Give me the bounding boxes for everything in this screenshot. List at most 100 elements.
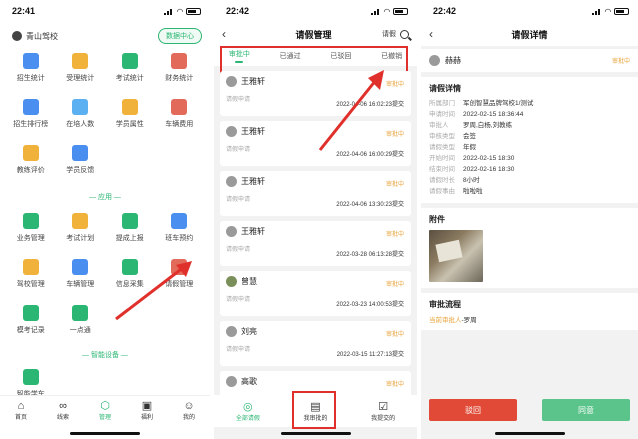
avatar bbox=[226, 176, 237, 187]
signal-icon bbox=[370, 8, 381, 15]
manage-icon: ⬡ bbox=[100, 400, 110, 412]
grid-item-vehicle-cost[interactable]: 车辆费用 bbox=[155, 96, 205, 142]
tab-revoked[interactable]: 已撤销 bbox=[381, 51, 402, 61]
back-icon[interactable]: ‹ bbox=[429, 27, 459, 41]
tab-manage[interactable]: ⬡ 管理 bbox=[99, 396, 111, 425]
grid-item-shuttle[interactable]: 班车预约 bbox=[155, 210, 205, 256]
annotation-arrow bbox=[318, 70, 384, 151]
applicant-name: 赫赫 bbox=[445, 56, 461, 65]
tab-pending[interactable]: 审批中 bbox=[229, 49, 250, 63]
exam-plan-icon bbox=[72, 213, 89, 229]
grid-item-feedback[interactable]: 学员反馈 bbox=[56, 142, 106, 188]
submissions-icon: ☑ bbox=[378, 400, 389, 413]
grid-item-exam-stats[interactable]: 考试统计 bbox=[105, 50, 155, 96]
status-badge: 审批中 bbox=[385, 382, 404, 388]
page-title: 请假管理 bbox=[295, 29, 332, 40]
grid-item-accept-stats[interactable]: 受理统计 bbox=[56, 50, 106, 96]
grid-item-vehicle-manage[interactable]: 车辆管理 bbox=[56, 256, 106, 302]
grid-item-commission[interactable]: 提成上报 bbox=[105, 210, 155, 256]
status-time: 22:42 bbox=[433, 6, 457, 16]
approvals-icon: ▤ bbox=[310, 400, 321, 413]
tab-my-approvals[interactable]: ▤ 我审批的 bbox=[303, 401, 327, 422]
tab-all-leave[interactable]: ◎ 全部请假 bbox=[236, 401, 260, 422]
leads-icon: ∞ bbox=[59, 400, 67, 412]
grid-item-ranking[interactable]: 招生排行榜 bbox=[6, 96, 56, 142]
avatar bbox=[226, 276, 237, 287]
list-item[interactable]: 曾慧 审批中 请假申请 2022-03-23 14:00:53提交 bbox=[220, 271, 411, 316]
agree-button[interactable]: 同意 bbox=[542, 399, 630, 421]
finance-stats-icon bbox=[171, 53, 188, 69]
commission-icon bbox=[121, 213, 138, 229]
grid-item-student-attr[interactable]: 学员属性 bbox=[105, 96, 155, 142]
tab-approved[interactable]: 已通过 bbox=[280, 51, 301, 61]
status-bar: 22:41 ◠ bbox=[0, 0, 210, 22]
page-title: 请假详情 bbox=[511, 29, 548, 40]
wifi-icon: ◠ bbox=[604, 6, 611, 16]
home-indicator bbox=[70, 432, 140, 435]
exam-stats-icon bbox=[121, 53, 138, 69]
signal-icon bbox=[591, 8, 602, 15]
action-buttons: 驳回 同意 bbox=[421, 399, 638, 421]
tab-rejected[interactable]: 已驳回 bbox=[330, 51, 351, 61]
battery-icon bbox=[614, 7, 629, 15]
grid-item-trainees[interactable]: 在培人数 bbox=[56, 96, 106, 142]
trainees-icon bbox=[72, 99, 89, 115]
school-selector[interactable]: 青山驾校 bbox=[12, 31, 58, 42]
school-name: 青山驾校 bbox=[26, 31, 58, 41]
tab-leads[interactable]: ∞ 线索 bbox=[57, 396, 69, 425]
attachment-image[interactable] bbox=[429, 230, 483, 282]
stats-grid: 招生统计 受理统计 考试统计 财务统计 招生排行榜 在培人数 学员属性 车辆费用… bbox=[0, 50, 210, 188]
wifi-icon: ◠ bbox=[383, 6, 390, 16]
attachment-section: 附件 bbox=[421, 208, 638, 288]
battery-icon bbox=[393, 7, 408, 15]
welfare-icon: ▣ bbox=[141, 400, 153, 412]
search-icon[interactable] bbox=[399, 29, 409, 39]
home-indicator bbox=[494, 432, 565, 435]
tab-welfare[interactable]: ▣ 福利 bbox=[141, 396, 153, 425]
yidiantong-icon bbox=[72, 305, 89, 321]
phone-leave-list-screen: 22:42 ◠ ‹ 请假管理 请假 审批中 已通过 已驳回 已撤销 王雅轩 审批… bbox=[214, 0, 417, 439]
student-attr-icon bbox=[121, 99, 138, 115]
grid-item-coach-review[interactable]: 教练评价 bbox=[6, 142, 56, 188]
school-logo-icon bbox=[12, 31, 22, 41]
grid-item-school-manage[interactable]: 驾校管理 bbox=[6, 256, 56, 302]
avatar bbox=[226, 326, 237, 337]
nav-bar: ‹ 请假详情 bbox=[421, 22, 638, 46]
wifi-icon: ◠ bbox=[176, 6, 183, 16]
tab-my-submissions[interactable]: ☑ 我提交的 bbox=[371, 401, 395, 422]
grid-item-finance-stats[interactable]: 财务统计 bbox=[155, 50, 205, 96]
status-time: 22:41 bbox=[12, 6, 36, 16]
list-item[interactable]: 王雅轩 审批中 请假申请 2022-04-06 13:30:23提交 bbox=[220, 171, 411, 216]
home-icon: ⌂ bbox=[17, 400, 25, 412]
grid-item-yidiantong[interactable]: 一点通 bbox=[56, 302, 106, 348]
smart-car-icon bbox=[22, 369, 39, 385]
list-item[interactable]: 王雅轩 审批中 请假申请 2022-03-28 06:13:28提交 bbox=[220, 221, 411, 266]
phone-home-screen: 22:41 ◠ 青山驾校 数据中心 招生统计 受理统计 考试统计 财务统计 招生… bbox=[0, 0, 210, 439]
grid-item-business[interactable]: 业务管理 bbox=[6, 210, 56, 256]
battery-icon bbox=[186, 7, 201, 15]
reject-button[interactable]: 驳回 bbox=[429, 399, 517, 421]
status-time: 22:42 bbox=[226, 6, 250, 16]
tab-home[interactable]: ⌂ 首页 bbox=[15, 396, 27, 425]
grid-item-recruit-stats[interactable]: 招生统计 bbox=[6, 50, 56, 96]
grid-item-exam-plan[interactable]: 考试计划 bbox=[56, 210, 106, 256]
all-leave-icon: ◎ bbox=[243, 400, 253, 413]
data-center-button[interactable]: 数据中心 bbox=[158, 28, 202, 44]
section-device-title: — 智能设备 — bbox=[82, 352, 128, 359]
status-filter-tabs: 审批中 已通过 已驳回 已撤销 bbox=[214, 46, 417, 66]
back-icon[interactable]: ‹ bbox=[222, 27, 252, 41]
status-badge: 审批中 bbox=[385, 282, 404, 288]
status-badge: 审批中 bbox=[385, 332, 404, 338]
leave-request-button[interactable]: 请假 bbox=[382, 29, 396, 39]
bottom-tab-bar: ⌂ 首页 ∞ 线索 ⬡ 管理 ▣ 福利 ☺ 我的 bbox=[0, 395, 210, 425]
approval-flow-section: 审批流程 当前审批人-罗周 bbox=[421, 293, 638, 330]
annotation-arrow bbox=[115, 261, 192, 321]
tab-mine[interactable]: ☺ 我的 bbox=[183, 396, 195, 425]
business-icon bbox=[22, 213, 39, 229]
attachment-title: 附件 bbox=[429, 215, 445, 224]
grid-item-mock-exam[interactable]: 模考记录 bbox=[6, 302, 56, 348]
flow-title: 审批流程 bbox=[429, 300, 461, 309]
status-badge: 审批中 bbox=[385, 182, 404, 188]
bottom-tab-bar: ◎ 全部请假 ▤ 我审批的 ☑ 我提交的 bbox=[214, 395, 417, 427]
list-item[interactable]: 刘亮 审批中 请假申请 2022-03-15 11:27:13提交 bbox=[220, 321, 411, 366]
